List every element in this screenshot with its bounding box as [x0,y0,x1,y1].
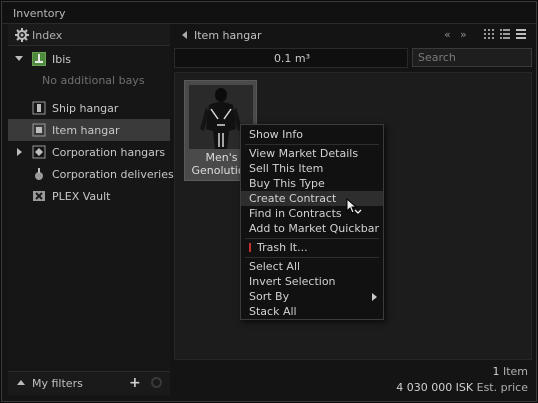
item-hangar-icon [32,123,46,137]
menu-item-label: Sort By [249,290,290,303]
ship-hangar-icon [32,101,46,115]
menu-item-buy-this-type[interactable]: Buy This Type [241,176,383,191]
tree-item-ship-hangar[interactable]: Ship hangar [8,97,170,119]
item-count-value: 1 [492,365,500,378]
icon-view-icon[interactable] [484,29,494,42]
menu-item-label: Stack All [249,305,297,318]
corp-hangar-icon [32,145,46,159]
est-price-value: 4 030 000 ISK [396,381,474,394]
menu-item-label: Select All [249,260,301,273]
menu-item-sell-this-item[interactable]: Sell This Item [241,161,383,176]
menu-item-label: Buy This Type [249,177,325,190]
capacity-bar: 0.1 m³ [174,48,408,68]
menu-item-select-all[interactable]: Select All [241,259,383,274]
item-count: 1 Item [492,365,528,378]
tree-item-ship[interactable]: Ibis [8,48,170,70]
title-bar[interactable]: Inventory [2,2,536,24]
search-input[interactable] [412,48,532,67]
tree-item-corporation-deliveries[interactable]: Corporation deliveries [8,163,174,185]
tree-item-label: Corporation hangars [52,146,166,159]
trash-warning-icon [249,243,251,252]
menu-item-view-market-details[interactable]: View Market Details [241,146,383,161]
volume-label: 0.1 m³ [273,52,311,65]
index-header[interactable]: Index [8,24,170,46]
menu-item-label: Sell This Item [249,162,324,175]
index-label: Index [32,29,63,42]
tree-item-plex-vault[interactable]: PLEX Vault [8,185,170,207]
corp-deliveries-icon [32,167,46,181]
add-filter-icon[interactable]: + [129,375,141,391]
plex-vault-icon [32,189,46,203]
menu-divider [245,257,379,258]
item-count-unit: Item [502,365,528,378]
chevron-down-icon[interactable] [15,56,23,61]
tree-item-label: PLEX Vault [52,190,111,203]
details-view-icon[interactable] [500,29,510,42]
breadcrumb: Item hangar « » [174,24,532,46]
filters-label[interactable]: My filters [32,377,83,390]
refresh-icon[interactable] [151,377,162,388]
menu-item-add-to-market-quickbar[interactable]: Add to Market Quickbar [241,221,383,236]
gear-icon[interactable] [15,28,29,45]
est-price-label: Est. price [476,381,528,394]
ship-icon [32,52,46,66]
chevron-right-icon[interactable] [17,148,22,156]
view-toolbar: « » [444,29,530,41]
menu-item-label: Find in Contracts [249,207,342,220]
menu-item-label: Create Contract [249,192,337,205]
chevron-up-icon[interactable] [17,380,25,385]
no-bays-text: No additional bays [42,74,145,87]
breadcrumb-label: Item hangar [194,29,262,42]
context-menu: Show Info View Market Details Sell This … [240,124,384,320]
tree-item-label: Ship hangar [52,102,119,115]
tree-item-label: Corporation deliveries [52,168,174,181]
list-view-icon[interactable] [516,29,526,42]
menu-item-invert-selection[interactable]: Invert Selection [241,274,383,289]
menu-item-label: Invert Selection [249,275,336,288]
mouse-cursor-icon [346,197,362,216]
menu-item-sort-by[interactable]: Sort By [241,289,383,304]
menu-divider [245,144,379,145]
tree-panel: Index Ibis No additional bays Ship hanga… [8,24,174,396]
tree-item-label: Item hangar [52,124,120,137]
submenu-arrow-icon [372,293,377,301]
menu-item-stack-all[interactable]: Stack All [241,304,383,319]
menu-item-label: Add to Market Quickbar [249,222,379,235]
expand-icon[interactable]: » [460,29,467,41]
collapse-icon[interactable]: « [444,29,451,41]
menu-divider [245,238,379,239]
tree-item-corporation-hangars[interactable]: Corporation hangars [8,141,170,163]
window-title: Inventory [13,7,66,20]
ship-name: Ibis [52,53,72,66]
menu-item-show-info[interactable]: Show Info [241,127,383,142]
menu-item-label: Show Info [249,128,303,141]
menu-item-trash-it[interactable]: Trash It... [241,240,383,255]
est-price: 4 030 000 ISK Est. price [396,381,528,394]
back-arrow-icon[interactable] [182,31,187,39]
filters-bar: My filters + [8,371,170,395]
menu-item-label: View Market Details [249,147,359,160]
menu-item-label: Trash It... [257,241,308,254]
tree-item-item-hangar[interactable]: Item hangar [8,119,170,141]
